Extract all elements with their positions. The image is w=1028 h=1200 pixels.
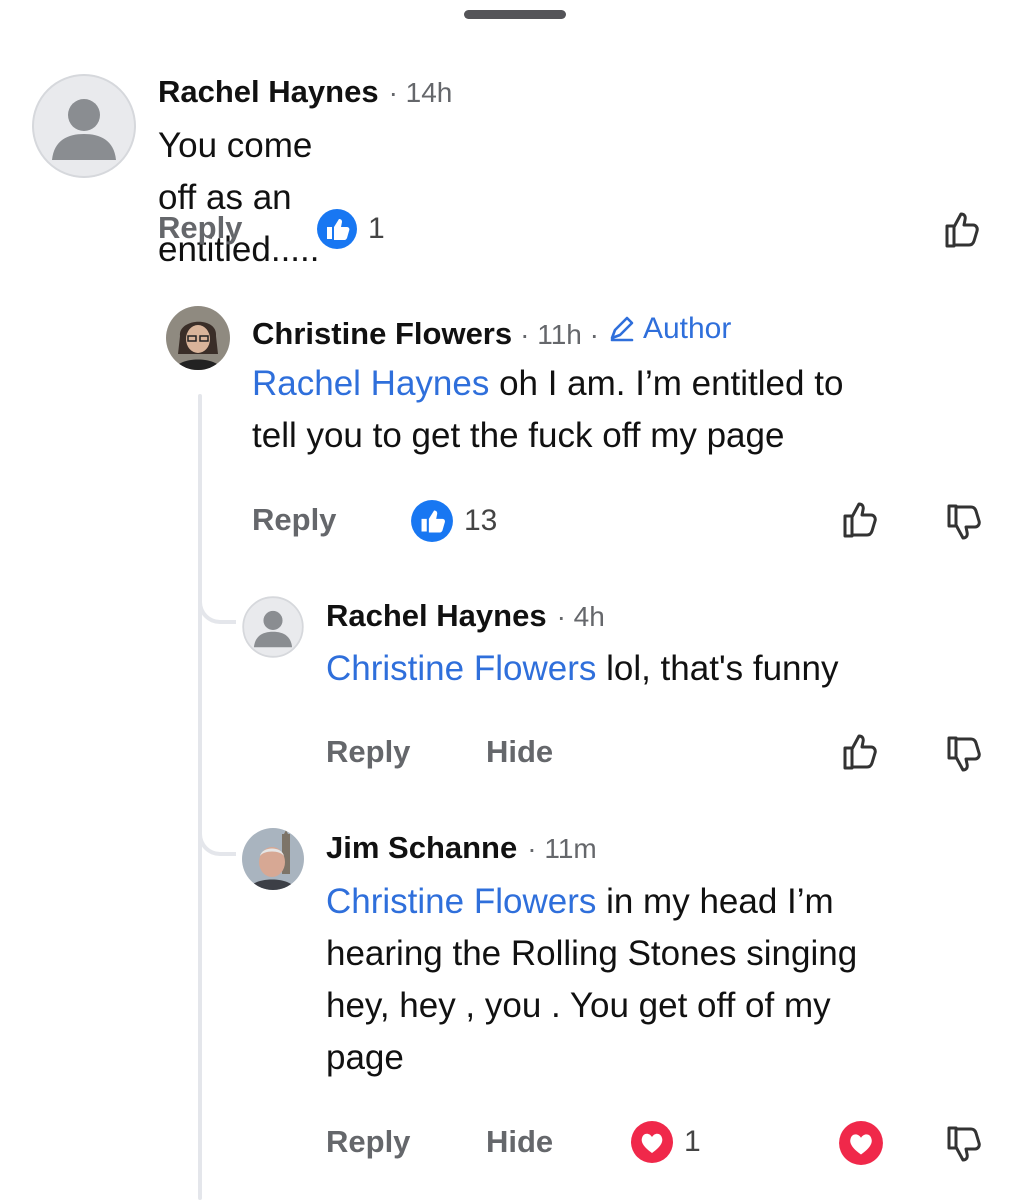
reply-button[interactable]: Reply	[252, 502, 336, 538]
hide-button[interactable]: Hide	[486, 734, 553, 770]
default-avatar-icon	[32, 74, 136, 178]
avatar[interactable]	[32, 74, 136, 178]
author-badge: Author	[607, 312, 731, 346]
comment-text: Rachel Haynes oh I am. I’m entitled to t…	[252, 364, 844, 455]
reaction-count: 1	[684, 1125, 701, 1158]
reaction-count: 13	[464, 504, 498, 537]
love-icon	[631, 1121, 673, 1163]
mention-link[interactable]: Christine Flowers	[326, 882, 596, 921]
reaction-summary[interactable]: 1	[316, 208, 385, 250]
thumbs-down-outline-icon[interactable]	[942, 1122, 988, 1168]
comment-text: Christine Flowers lol, that's funny	[326, 649, 839, 688]
thread-line	[198, 394, 202, 1200]
comment-text: You come off as an entitled.....	[158, 126, 320, 269]
love-filled-icon[interactable]	[838, 1120, 884, 1166]
thread-branch	[198, 594, 236, 624]
comment-time: · 11m	[527, 833, 597, 864]
like-icon	[411, 500, 453, 542]
comment-author[interactable]: Rachel Haynes	[158, 74, 379, 110]
comment-time: · 4h	[556, 601, 605, 632]
author-label: Author	[642, 312, 732, 345]
thumbs-down-outline-icon[interactable]	[942, 732, 988, 778]
comment-author[interactable]: Jim Schanne	[326, 830, 517, 866]
reply-button[interactable]: Reply	[158, 210, 242, 246]
hide-button[interactable]: Hide	[486, 1124, 553, 1160]
thumbs-up-outline-icon[interactable]	[838, 496, 884, 542]
reply-button[interactable]: Reply	[326, 734, 410, 770]
comment-author[interactable]: Rachel Haynes	[326, 598, 547, 634]
avatar[interactable]	[242, 828, 304, 890]
thumbs-down-outline-icon[interactable]	[942, 500, 988, 546]
profile-photo	[166, 306, 230, 370]
reaction-summary[interactable]: 1	[630, 1120, 701, 1164]
sheet-grabber[interactable]	[464, 10, 566, 19]
like-icon	[317, 209, 357, 249]
comment-time: · 11h ·	[520, 319, 599, 350]
avatar[interactable]	[166, 306, 230, 370]
thumbs-up-outline-icon[interactable]	[838, 728, 884, 774]
pencil-icon	[610, 316, 634, 342]
thread-branch	[198, 826, 236, 856]
default-avatar-icon	[242, 596, 304, 658]
avatar[interactable]	[242, 596, 304, 658]
mention-link[interactable]: Rachel Haynes	[252, 364, 489, 403]
reaction-count: 1	[368, 212, 385, 245]
reaction-summary[interactable]: 13	[410, 499, 497, 543]
profile-photo	[242, 828, 304, 890]
comment-time: · 14h	[388, 77, 453, 108]
mention-link[interactable]: Christine Flowers	[326, 649, 596, 688]
thumbs-up-outline-icon[interactable]	[940, 206, 986, 252]
comments-sheet: Rachel Haynes · 14h You come off as an e…	[0, 0, 1028, 1200]
reply-button[interactable]: Reply	[326, 1124, 410, 1160]
comment-text: Christine Flowers in my head I’m hearing…	[326, 882, 858, 1077]
comment-author[interactable]: Christine Flowers	[252, 316, 512, 352]
